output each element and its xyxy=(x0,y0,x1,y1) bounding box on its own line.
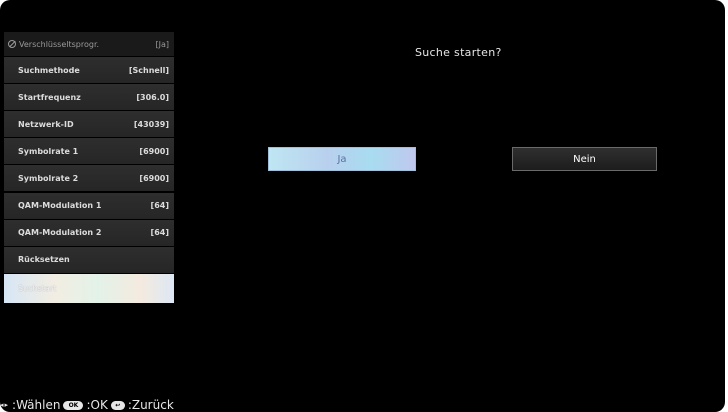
menu-item-label: Suchmethode xyxy=(18,65,80,75)
menu-item-qam-modulation-1[interactable]: QAM-Modulation 1 [64] xyxy=(4,192,174,219)
menu-item-start-search[interactable]: Suchstart xyxy=(4,273,174,303)
menu-item-label: QAM-Modulation 2 xyxy=(18,228,102,238)
menu-item-network-id[interactable]: Netzwerk-ID [43039] xyxy=(4,111,174,138)
select-hint: :Wählen xyxy=(12,398,61,412)
menu-item-label: Startfrequenz xyxy=(18,92,81,102)
menu-item-symbol-rate-2[interactable]: Symbolrate 2 [6900] xyxy=(4,165,174,192)
yes-button[interactable]: Ja xyxy=(268,147,416,171)
menu-item-value: [64] xyxy=(150,201,169,211)
menu-item-value: [6900] xyxy=(139,146,169,156)
menu-item-label: Symbolrate 1 xyxy=(18,146,79,156)
menu-item-start-frequency[interactable]: Startfrequenz [306.0] xyxy=(4,84,174,111)
menu-item-search-method[interactable]: Suchmethode [Schnell] xyxy=(4,57,174,84)
menu-item-label: Verschlüsseltsprogr. xyxy=(19,39,100,49)
menu-item-value: [64] xyxy=(150,228,169,238)
menu-item-encrypted-programs[interactable]: Verschlüsseltsprogr. [Ja] xyxy=(4,32,174,56)
settings-menu: Verschlüsseltsprogr. [Ja] Suchmethode [S… xyxy=(4,32,174,304)
footer-hints: ◂▸ :Wählen OK :OK ↩ :Zurück xyxy=(0,397,174,412)
tv-screen: Verschlüsseltsprogr. [Ja] Suchmethode [S… xyxy=(0,0,725,412)
ok-button-icon: OK xyxy=(63,400,84,410)
menu-item-label: Rücksetzen xyxy=(18,255,70,265)
menu-item-value: [6900] xyxy=(139,173,169,183)
menu-item-label: Symbolrate 2 xyxy=(18,173,79,183)
menu-item-value: [Schnell] xyxy=(128,65,169,75)
left-right-arrows-icon: ◂▸ xyxy=(0,401,10,409)
menu-item-value: [Ja] xyxy=(155,39,169,49)
menu-item-label: QAM-Modulation 1 xyxy=(18,201,102,211)
back-hint: :Zurück xyxy=(127,398,174,412)
menu-item-value: [43039] xyxy=(133,119,169,129)
menu-item-value: [306.0] xyxy=(136,92,169,102)
menu-item-qam-modulation-2[interactable]: QAM-Modulation 2 [64] xyxy=(4,219,174,246)
menu-item-reset[interactable]: Rücksetzen xyxy=(4,246,174,273)
no-button[interactable]: Nein xyxy=(512,147,657,171)
menu-item-label: Netzwerk-ID xyxy=(18,119,74,129)
return-button-icon: ↩ xyxy=(110,400,125,410)
lock-icon xyxy=(8,40,16,48)
menu-item-label: Suchstart xyxy=(18,283,57,293)
dialog-question: Suche starten? xyxy=(415,46,502,59)
ok-hint: :OK xyxy=(86,398,108,412)
menu-item-symbol-rate-1[interactable]: Symbolrate 1 [6900] xyxy=(4,138,174,165)
